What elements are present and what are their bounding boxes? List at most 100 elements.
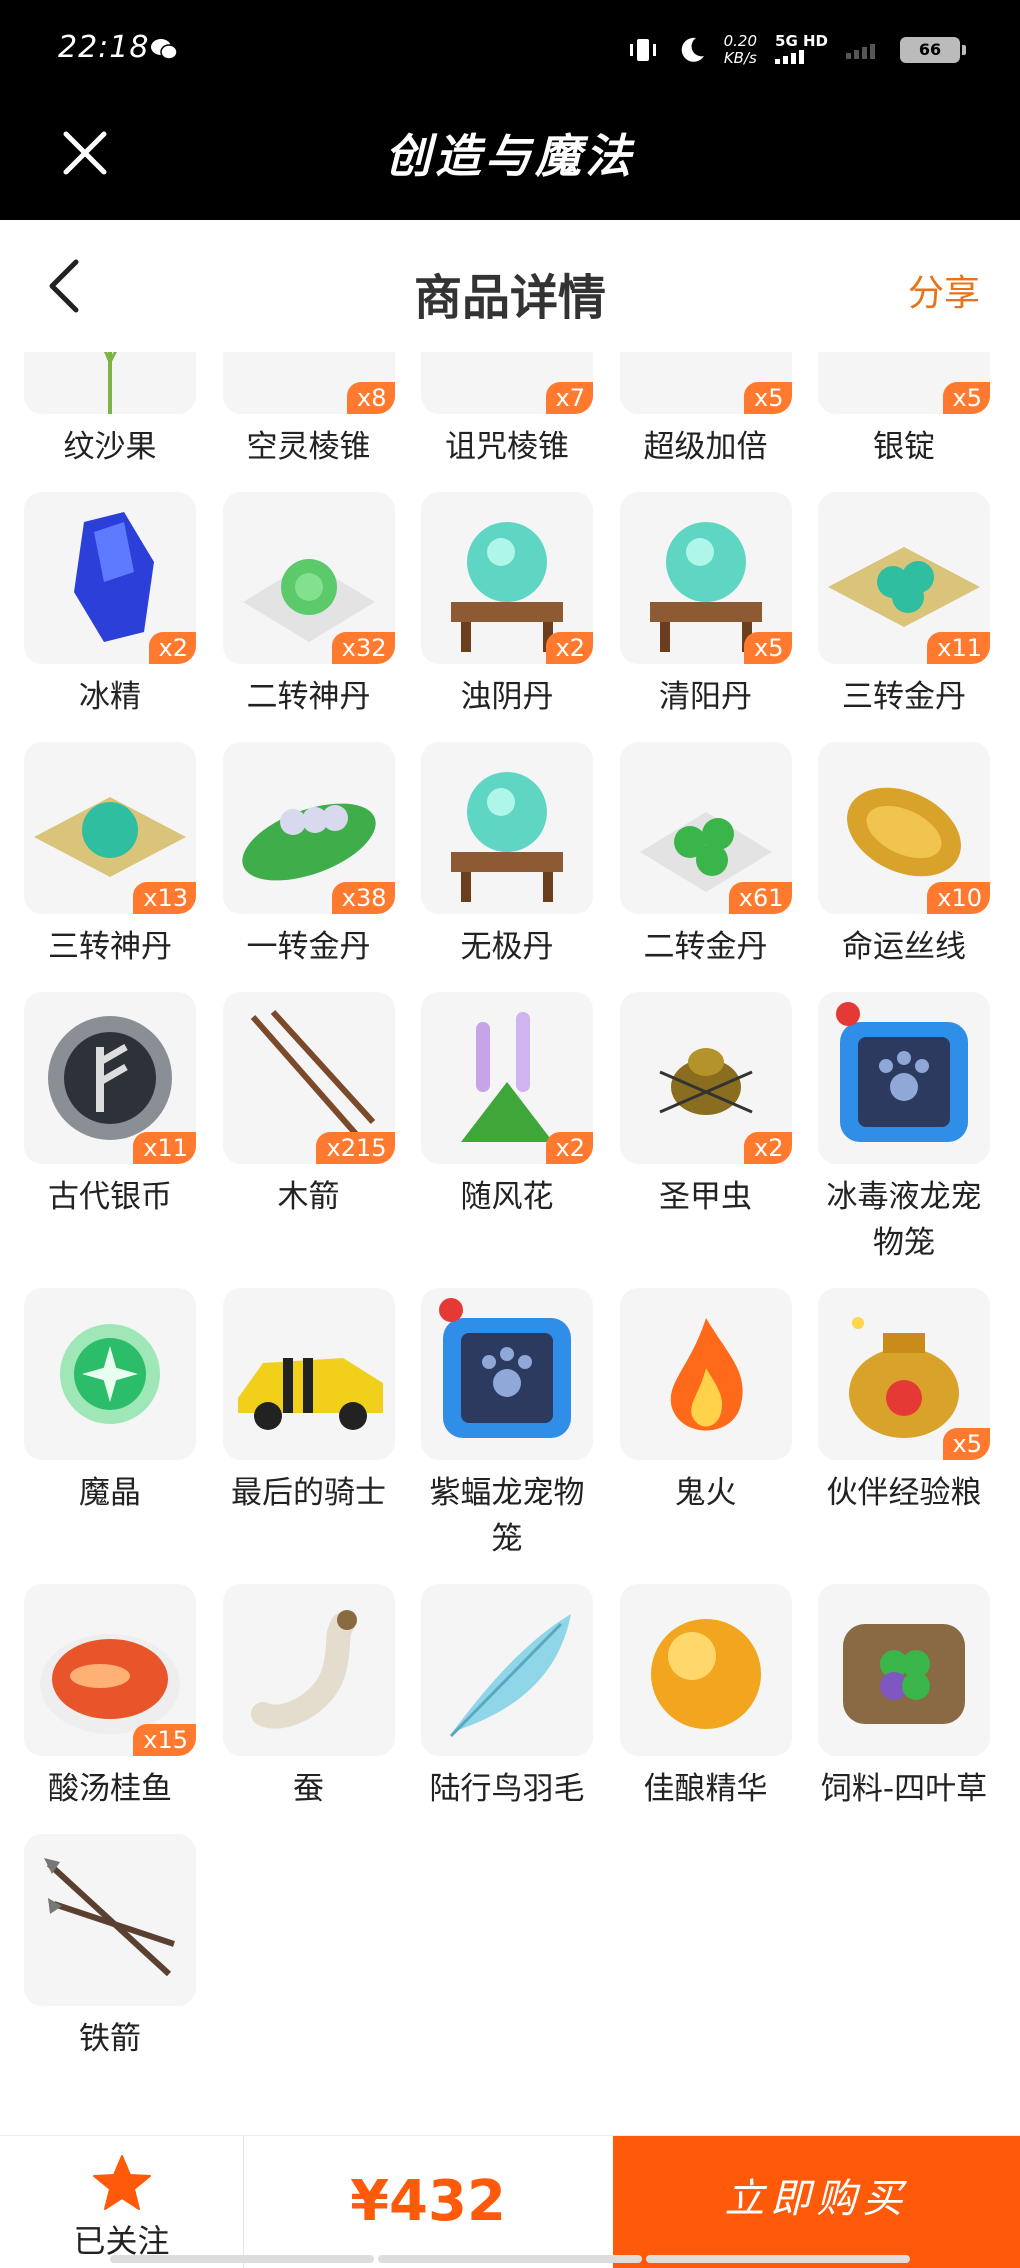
clover-sack-icon bbox=[843, 1624, 965, 1724]
bottom-bar: 已关注 ¥432 立即购买 bbox=[0, 2135, 1020, 2268]
item-thumbnail: x5 bbox=[818, 1288, 990, 1460]
item-card[interactable]: x2 随风花 bbox=[421, 992, 593, 1266]
item-thumbnail bbox=[421, 742, 593, 914]
quantity-badge: x15 bbox=[133, 1724, 196, 1756]
item-name: 魔晶 bbox=[79, 1475, 141, 1511]
battery-indicator: 66 bbox=[900, 37, 966, 63]
item-thumbnail: x5 bbox=[818, 352, 990, 414]
item-card[interactable]: x38 一转金丹 bbox=[222, 742, 395, 970]
quantity-badge: x10 bbox=[927, 882, 990, 914]
item-name: 超级加倍 bbox=[643, 429, 768, 465]
item-card[interactable]: x10 命运丝线 bbox=[818, 742, 990, 970]
item-thumbnail: x2 bbox=[421, 492, 593, 664]
item-thumbnail bbox=[222, 1288, 395, 1460]
item-name: 纹沙果 bbox=[63, 429, 157, 465]
item-card[interactable]: 陆行鸟羽毛 bbox=[421, 1584, 593, 1812]
price-label: ¥432 bbox=[350, 2169, 506, 2234]
item-thumbnail bbox=[619, 1288, 792, 1460]
item-name: 无极丹 bbox=[460, 929, 554, 965]
share-button[interactable]: 分享 bbox=[908, 264, 980, 316]
buy-now-button[interactable]: 立即购买 bbox=[613, 2136, 1020, 2268]
item-thumbnail: x215 bbox=[222, 992, 395, 1164]
item-name: 浊阴丹 bbox=[460, 679, 554, 715]
app-title: 创造与魔法 bbox=[385, 129, 635, 183]
item-card[interactable]: 冰毒液龙宠物笼 bbox=[818, 992, 990, 1266]
item-card[interactable]: 铁箭 bbox=[24, 1834, 196, 2062]
item-card[interactable]: x15 酸汤桂鱼 bbox=[24, 1584, 196, 1812]
item-card[interactable]: x11 三转金丹 bbox=[818, 492, 990, 720]
quantity-badge: x5 bbox=[744, 382, 792, 414]
item-card[interactable]: 紫蝠龙宠物笼 bbox=[421, 1288, 593, 1562]
item-name: 一转金丹 bbox=[246, 929, 371, 965]
item-card[interactable]: x8 空灵棱锥 bbox=[222, 352, 395, 470]
yellow-car-icon bbox=[237, 1358, 383, 1430]
item-card[interactable]: x2 圣甲虫 bbox=[619, 992, 792, 1266]
quantity-badge: x2 bbox=[744, 1132, 792, 1164]
feather-icon bbox=[449, 1614, 571, 1738]
item-thumbnail: x38 bbox=[222, 742, 395, 914]
item-name: 佳酿精华 bbox=[643, 1771, 768, 1807]
item-card[interactable]: x5 清阳丹 bbox=[619, 492, 792, 720]
item-thumbnail bbox=[24, 352, 196, 414]
item-thumbnail: x2 bbox=[421, 992, 593, 1164]
network-label: 5G HD bbox=[775, 31, 828, 50]
quantity-badge: x32 bbox=[331, 632, 395, 664]
plant-icon bbox=[104, 352, 117, 414]
item-name: 伙伴经验粮 bbox=[826, 1475, 982, 1511]
item-thumbnail: x10 bbox=[818, 742, 990, 914]
crystal-ball-stand-icon bbox=[451, 772, 563, 902]
pet-cage-icon bbox=[439, 1298, 571, 1438]
item-card[interactable]: x2 冰精 bbox=[24, 492, 196, 720]
item-name: 紫蝠龙宠物笼 bbox=[429, 1475, 585, 1557]
item-thumbnail: x7 bbox=[421, 352, 593, 414]
item-thumbnail: x11 bbox=[818, 492, 990, 664]
quantity-badge: x2 bbox=[545, 632, 593, 664]
item-card[interactable]: x215 木箭 bbox=[222, 992, 395, 1266]
follow-button[interactable]: 已关注 bbox=[0, 2136, 244, 2268]
item-card[interactable]: x5 银锭 bbox=[818, 352, 990, 470]
item-card[interactable]: 鬼火 bbox=[619, 1288, 792, 1562]
item-name: 酸汤桂鱼 bbox=[48, 1771, 172, 1807]
item-name: 冰精 bbox=[79, 679, 141, 715]
item-thumbnail: x13 bbox=[24, 742, 196, 914]
item-thumbnail: x2 bbox=[24, 492, 196, 664]
item-name: 命运丝线 bbox=[842, 929, 966, 965]
item-name: 饲料-四叶草 bbox=[820, 1771, 988, 1807]
network-indicator: 5G HD bbox=[775, 31, 828, 68]
item-name: 蚕 bbox=[293, 1771, 324, 1807]
item-name: 二转神丹 bbox=[246, 679, 371, 715]
item-card[interactable]: x5 伙伴经验粮 bbox=[818, 1288, 990, 1562]
item-name: 最后的骑士 bbox=[231, 1475, 386, 1511]
item-card[interactable]: x11 古代银币 bbox=[24, 992, 196, 1266]
item-thumbnail: x8 bbox=[222, 352, 395, 414]
item-card[interactable]: x5 超级加倍 bbox=[619, 352, 792, 470]
item-card[interactable]: 无极丹 bbox=[421, 742, 593, 970]
iron-arrows-icon bbox=[44, 1858, 175, 1977]
item-thumbnail bbox=[222, 1584, 395, 1756]
fire-icon bbox=[670, 1318, 743, 1431]
item-thumbnail bbox=[24, 1834, 196, 2006]
item-name: 木箭 bbox=[277, 1179, 340, 1215]
net-speed-unit: KB/s bbox=[723, 49, 757, 67]
item-name: 鬼火 bbox=[674, 1475, 737, 1511]
item-card[interactable]: 佳酿精华 bbox=[619, 1584, 792, 1812]
item-card[interactable]: x7 诅咒棱锥 bbox=[421, 352, 593, 470]
item-card[interactable]: 蚕 bbox=[222, 1584, 395, 1812]
magic-crystal-icon bbox=[60, 1324, 160, 1424]
item-card[interactable]: 纹沙果 bbox=[24, 352, 196, 470]
item-card[interactable]: x32 二转神丹 bbox=[222, 492, 395, 720]
item-card[interactable]: 魔晶 bbox=[24, 1288, 196, 1562]
item-card[interactable]: 最后的骑士 bbox=[222, 1288, 395, 1562]
quantity-badge: x2 bbox=[148, 632, 196, 664]
star-icon bbox=[93, 2155, 151, 2210]
item-card[interactable]: x2 浊阴丹 bbox=[421, 492, 593, 720]
item-card[interactable]: x61 二转金丹 bbox=[619, 742, 792, 970]
item-name: 银锭 bbox=[873, 429, 935, 465]
item-card[interactable]: x13 三转神丹 bbox=[24, 742, 196, 970]
quantity-badge: x215 bbox=[316, 1132, 395, 1164]
item-list[interactable]: 纹沙果 x8 空灵棱锥 x7 诅咒棱锥 x5 超级加倍 x5 银锭 x2 冰精 x32 二转神丹 x2 浊阴… bbox=[0, 352, 1020, 2135]
signal-weak-icon bbox=[846, 44, 875, 59]
quantity-badge: x38 bbox=[331, 882, 395, 914]
item-thumbnail bbox=[24, 1288, 196, 1460]
item-card[interactable]: 饲料-四叶草 bbox=[818, 1584, 990, 1812]
